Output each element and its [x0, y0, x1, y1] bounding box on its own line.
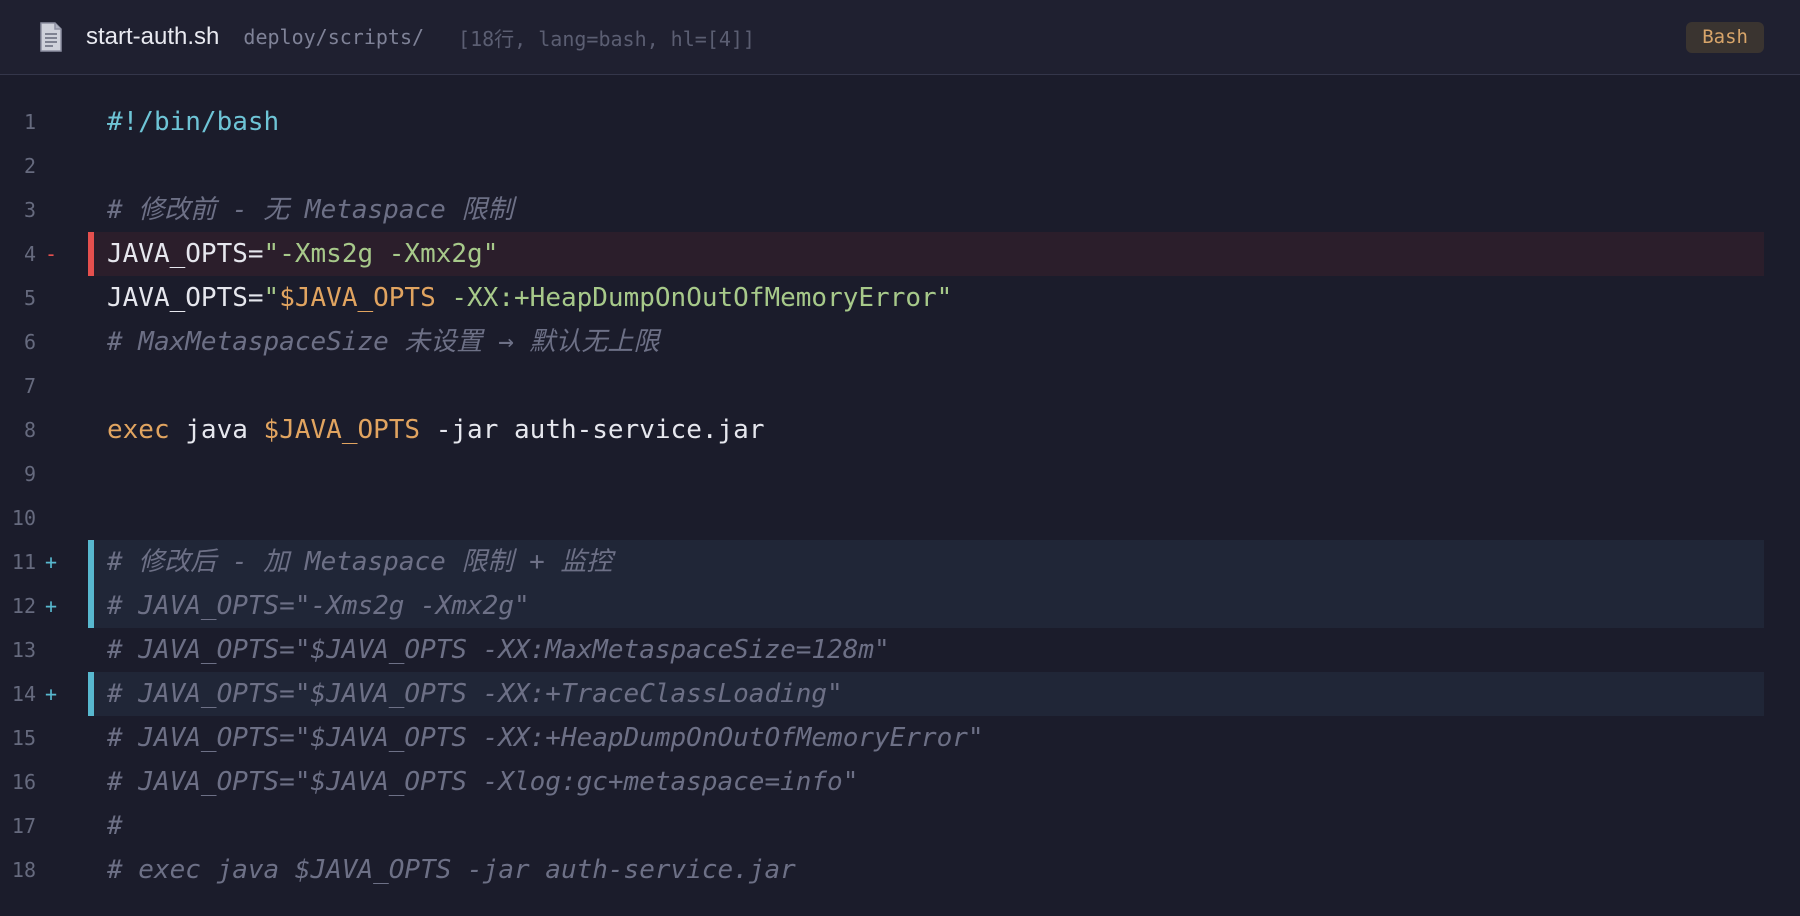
file-header: start-auth.sh deploy/scripts/ [18行, lang…: [0, 0, 1800, 75]
language-badge: Bash: [1686, 22, 1764, 53]
code-token: # JAVA_OPTS="-Xms2g -Xmx2g": [107, 591, 530, 621]
code-line: 17 #: [0, 804, 1800, 848]
line-number: 13: [11, 638, 36, 662]
line-content: # exec java $JAVA_OPTS -jar auth-service…: [107, 848, 796, 892]
code-line: 3 # 修改前 - 无 Metaspace 限制: [0, 188, 1800, 232]
code-viewer: start-auth.sh deploy/scripts/ [18行, lang…: [0, 0, 1800, 916]
code-line: 10: [0, 496, 1800, 540]
line-number: 7: [23, 374, 36, 398]
code-line: 18 # exec java $JAVA_OPTS -jar auth-servi…: [0, 848, 1800, 892]
code-token: # MaxMetaspaceSize 未设置 → 默认无上限: [107, 327, 660, 357]
code-token: #!/bin/bash: [107, 107, 280, 137]
line-content: # JAVA_OPTS="-Xms2g -Xmx2g": [107, 584, 530, 628]
code-token: # JAVA_OPTS="$JAVA_OPTS -XX:+HeapDumpOnO…: [107, 723, 984, 753]
code-token: #: [107, 811, 123, 841]
code-line: 11 + # 修改后 - 加 Metaspace 限制 + 监控: [0, 540, 1800, 584]
line-number: 17: [11, 814, 36, 838]
code-line: 8 exec java $JAVA_OPTS -jar auth-service.…: [0, 408, 1800, 452]
line-number: 15: [11, 726, 36, 750]
line-number: 8: [23, 418, 36, 442]
diff-sign: +: [45, 682, 58, 706]
line-number: 14: [11, 682, 36, 706]
line-content: #!/bin/bash: [107, 100, 279, 144]
line-content: exec java $JAVA_OPTS -jar auth-service.j…: [107, 408, 764, 452]
code-token: -jar auth-service.jar: [420, 415, 765, 445]
line-content: # JAVA_OPTS="$JAVA_OPTS -XX:+HeapDumpOnO…: [107, 716, 984, 760]
line-content: # JAVA_OPTS="$JAVA_OPTS -XX:MaxMetaspace…: [107, 628, 890, 672]
code-line: 5 JAVA_OPTS="$JAVA_OPTS -XX:+HeapDumpOnOu…: [0, 276, 1800, 320]
line-number: 11: [11, 550, 36, 574]
line-number: 5: [23, 286, 36, 310]
line-number: 4: [23, 242, 36, 266]
line-content: JAVA_OPTS="$JAVA_OPTS -XX:+HeapDumpOnOut…: [107, 276, 952, 320]
code-token: $JAVA_OPTS: [263, 415, 421, 445]
line-number: 1: [23, 110, 36, 134]
code-token: ": [263, 283, 280, 313]
code-block: 1 #!/bin/bash 2 3 # 修改前 - 无 Metaspace 限制 4- JA…: [0, 100, 1800, 892]
line-number: 2: [23, 154, 36, 178]
code-line: 1 #!/bin/bash: [0, 100, 1800, 144]
line-number: 3: [23, 198, 36, 222]
code-token: $JAVA_OPTS: [279, 283, 436, 313]
line-content: # MaxMetaspaceSize 未设置 → 默认无上限: [107, 320, 659, 364]
code-token: # JAVA_OPTS="$JAVA_OPTS -Xlog:gc+metaspa…: [107, 767, 859, 797]
line-number: 9: [23, 462, 36, 486]
file-path: deploy/scripts/: [243, 25, 425, 49]
line-content: # 修改前 - 无 Metaspace 限制: [107, 188, 513, 232]
code-token: JAVA_OPTS=: [107, 283, 264, 313]
document-icon: [38, 21, 64, 53]
code-line: 2: [0, 144, 1800, 188]
line-content: # JAVA_OPTS="$JAVA_OPTS -Xlog:gc+metaspa…: [107, 760, 858, 804]
added-marker: [88, 672, 94, 716]
diff-sign: -: [45, 242, 58, 266]
code-line: 12 + # JAVA_OPTS="-Xms2g -Xmx2g": [0, 584, 1800, 628]
line-number: 6: [23, 330, 36, 354]
code-line: 9: [0, 452, 1800, 496]
added-marker: [88, 540, 94, 584]
line-content: # JAVA_OPTS="$JAVA_OPTS -XX:+TraceClassL…: [107, 672, 843, 716]
line-number: 16: [11, 770, 36, 794]
code-token: -XX:+HeapDumpOnOutOfMemoryError": [435, 283, 953, 313]
code-line: 6 # MaxMetaspaceSize 未设置 → 默认无上限: [0, 320, 1800, 364]
file-name: start-auth.sh: [86, 23, 220, 50]
added-marker: [88, 584, 94, 628]
code-token: java: [169, 415, 264, 445]
code-line: 4- JAVA_OPTS="-Xms2g -Xmx2g": [0, 232, 1800, 276]
code-line: 13 # JAVA_OPTS="$JAVA_OPTS -XX:MaxMetaspa…: [0, 628, 1800, 672]
code-token: # exec java $JAVA_OPTS -jar auth-service…: [107, 855, 796, 885]
code-line: 16 # JAVA_OPTS="$JAVA_OPTS -Xlog:gc+metas…: [0, 760, 1800, 804]
code-token: # 修改后 - 加 Metaspace 限制 + 监控: [107, 547, 613, 577]
line-content: # 修改后 - 加 Metaspace 限制 + 监控: [107, 540, 612, 584]
line-number: 18: [11, 858, 36, 882]
line-number: 12: [11, 594, 36, 618]
diff-sign: +: [45, 550, 58, 574]
line-content: #: [107, 804, 123, 848]
code-token: # JAVA_OPTS="$JAVA_OPTS -XX:MaxMetaspace…: [107, 635, 890, 665]
code-token: "-Xms2g -Xmx2g": [263, 239, 499, 269]
code-token: exec: [107, 415, 170, 445]
code-line: 15 # JAVA_OPTS="$JAVA_OPTS -XX:+HeapDumpO…: [0, 716, 1800, 760]
code-token: JAVA_OPTS=: [107, 239, 264, 269]
code-token: # 修改前 - 无 Metaspace 限制: [107, 195, 514, 225]
removed-marker: [88, 232, 94, 276]
code-line: 14 + # JAVA_OPTS="$JAVA_OPTS -XX:+TraceCla…: [0, 672, 1800, 716]
code-line: 7: [0, 364, 1800, 408]
diff-sign: +: [45, 594, 58, 618]
line-content: JAVA_OPTS="-Xms2g -Xmx2g": [107, 232, 498, 276]
line-number: 10: [11, 506, 36, 530]
code-token: # JAVA_OPTS="$JAVA_OPTS -XX:+TraceClassL…: [107, 679, 843, 709]
file-meta: [18行, lang=bash, hl=[4]]: [458, 26, 755, 51]
